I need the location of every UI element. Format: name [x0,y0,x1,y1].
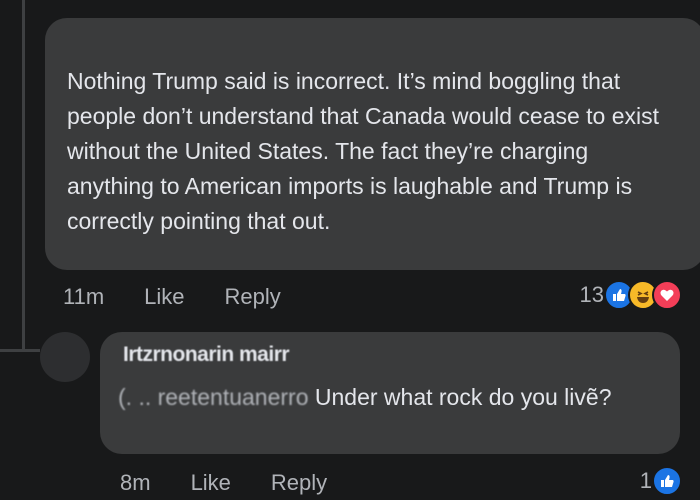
comment-timestamp[interactable]: 11m [63,284,104,310]
reaction-count: 13 [579,282,604,307]
love-icon [652,280,682,310]
comment-reactions[interactable]: 13 [580,280,682,310]
reply-text: (. .. reetentuanerro Under what rock do … [118,380,663,414]
like-button[interactable]: Like [144,284,184,310]
comment-text: Nothing Trump said is incorrect. It’s mi… [67,68,660,234]
reply-author-name[interactable]: Irtzrnonarin mairr [123,343,290,367]
reply-reply-button[interactable]: Reply [271,470,327,496]
reply-reaction-count: 1 [639,468,652,493]
thread-branch-line [0,349,40,352]
reply-like-button[interactable]: Like [191,470,231,496]
reply-reactions[interactable]: 1 [640,466,682,496]
reply-mention[interactable]: (. .. reetentuanerro [118,384,309,410]
thread-connector-line [22,0,25,352]
reply-actions: 8m Like Reply [120,470,367,496]
avatar[interactable] [40,332,90,382]
comment-thread: Nothing Trump said is incorrect. It’s mi… [0,0,700,500]
comment-actions: 11m Like Reply [63,284,321,310]
reply-timestamp[interactable]: 8m [120,470,151,496]
like-icon [652,466,682,496]
reply-body: Under what rock do you livẽ? [308,384,612,410]
reply-button[interactable]: Reply [225,284,281,310]
